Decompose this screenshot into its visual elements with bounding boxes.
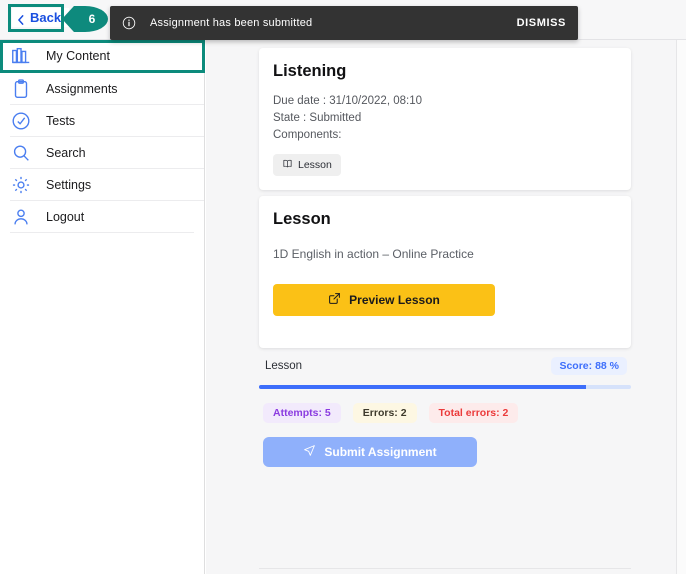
send-icon: [303, 444, 316, 460]
sidebar-item-logout[interactable]: Logout: [0, 200, 204, 232]
lesson-result-label: Lesson: [265, 360, 303, 372]
sidebar-item-label: My Content: [46, 49, 110, 63]
assignment-state: State : Submitted: [273, 112, 362, 124]
assignment-due-date: Due date : 31/10/2022, 08:10: [273, 95, 422, 107]
component-chip-lesson[interactable]: Lesson: [273, 154, 341, 176]
stat-chip-attempts: Attempts: 5: [263, 403, 341, 423]
sidebar-item-label: Settings: [46, 177, 92, 192]
lesson-title: Lesson: [273, 210, 331, 228]
assignment-card: Listening Due date : 31/10/2022, 08:10 S…: [259, 48, 631, 190]
sidebar-item-label: Search: [46, 145, 86, 160]
open-book-icon: [282, 158, 293, 172]
external-link-icon: [328, 292, 341, 308]
assignment-title: Listening: [273, 62, 347, 80]
sidebar-nav: My Content Assignments Tests Search Sett…: [0, 40, 205, 574]
assignment-components-label: Components:: [273, 129, 342, 141]
sidebar-divider: [10, 232, 194, 233]
toast-message: Assignment has been submitted: [150, 17, 313, 29]
lesson-result-block: Lesson Score: 88 % Attempts: 5 Errors: 2…: [259, 356, 631, 467]
clipboard-icon: [10, 78, 32, 100]
overall-result-block: The overall result Score: 88%: [259, 568, 631, 574]
books-icon: [10, 45, 32, 67]
sidebar-item-label: Assignments: [46, 81, 118, 96]
stat-chip-total-errors: Total errors: 2: [428, 403, 519, 423]
sidebar-item-tests[interactable]: Tests: [0, 104, 204, 136]
chevron-left-icon: [16, 13, 26, 25]
app-root: Back 6 C Assignment has been submitted D…: [0, 0, 686, 574]
main-content: Listening Due date : 31/10/2022, 08:10 S…: [206, 40, 676, 574]
search-icon: [10, 142, 32, 164]
preview-lesson-button[interactable]: Preview Lesson: [273, 284, 495, 316]
sidebar-item-my-content[interactable]: My Content: [0, 40, 204, 72]
lesson-stats-row: Attempts: 5 Errors: 2 Total errors: 2: [259, 403, 631, 423]
person-icon: [10, 206, 32, 228]
back-button[interactable]: Back: [12, 8, 70, 27]
sidebar-item-label: Tests: [46, 113, 76, 128]
sidebar-item-label: Logout: [46, 209, 85, 224]
submit-assignment-label: Submit Assignment: [324, 445, 437, 459]
callout-step-6-label: 6: [88, 12, 96, 26]
lesson-progress-bar: [259, 385, 631, 389]
check-circle-icon: [10, 110, 32, 132]
sidebar-item-settings[interactable]: Settings: [0, 168, 204, 200]
lesson-card: Lesson 1D English in action – Online Pra…: [259, 196, 631, 348]
gear-icon: [10, 174, 32, 196]
lesson-description: 1D English in action – Online Practice: [273, 247, 474, 261]
stat-chip-errors: Errors: 2: [352, 403, 417, 423]
sidebar-item-assignments[interactable]: Assignments: [0, 72, 204, 104]
submit-assignment-button[interactable]: Submit Assignment: [263, 437, 477, 467]
preview-lesson-label: Preview Lesson: [349, 293, 440, 307]
toast-dismiss-button[interactable]: DISMISS: [517, 17, 566, 29]
lesson-progress-fill: [259, 385, 587, 389]
back-button-label: Back: [30, 10, 62, 25]
vertical-scrollbar[interactable]: [676, 40, 686, 574]
info-circle-icon: [122, 16, 136, 30]
toast-notification: Assignment has been submitted DISMISS: [110, 6, 578, 40]
sidebar-item-search[interactable]: Search: [0, 136, 204, 168]
lesson-score-badge: Score: 88 %: [551, 357, 627, 375]
component-chip-label: Lesson: [298, 159, 332, 171]
